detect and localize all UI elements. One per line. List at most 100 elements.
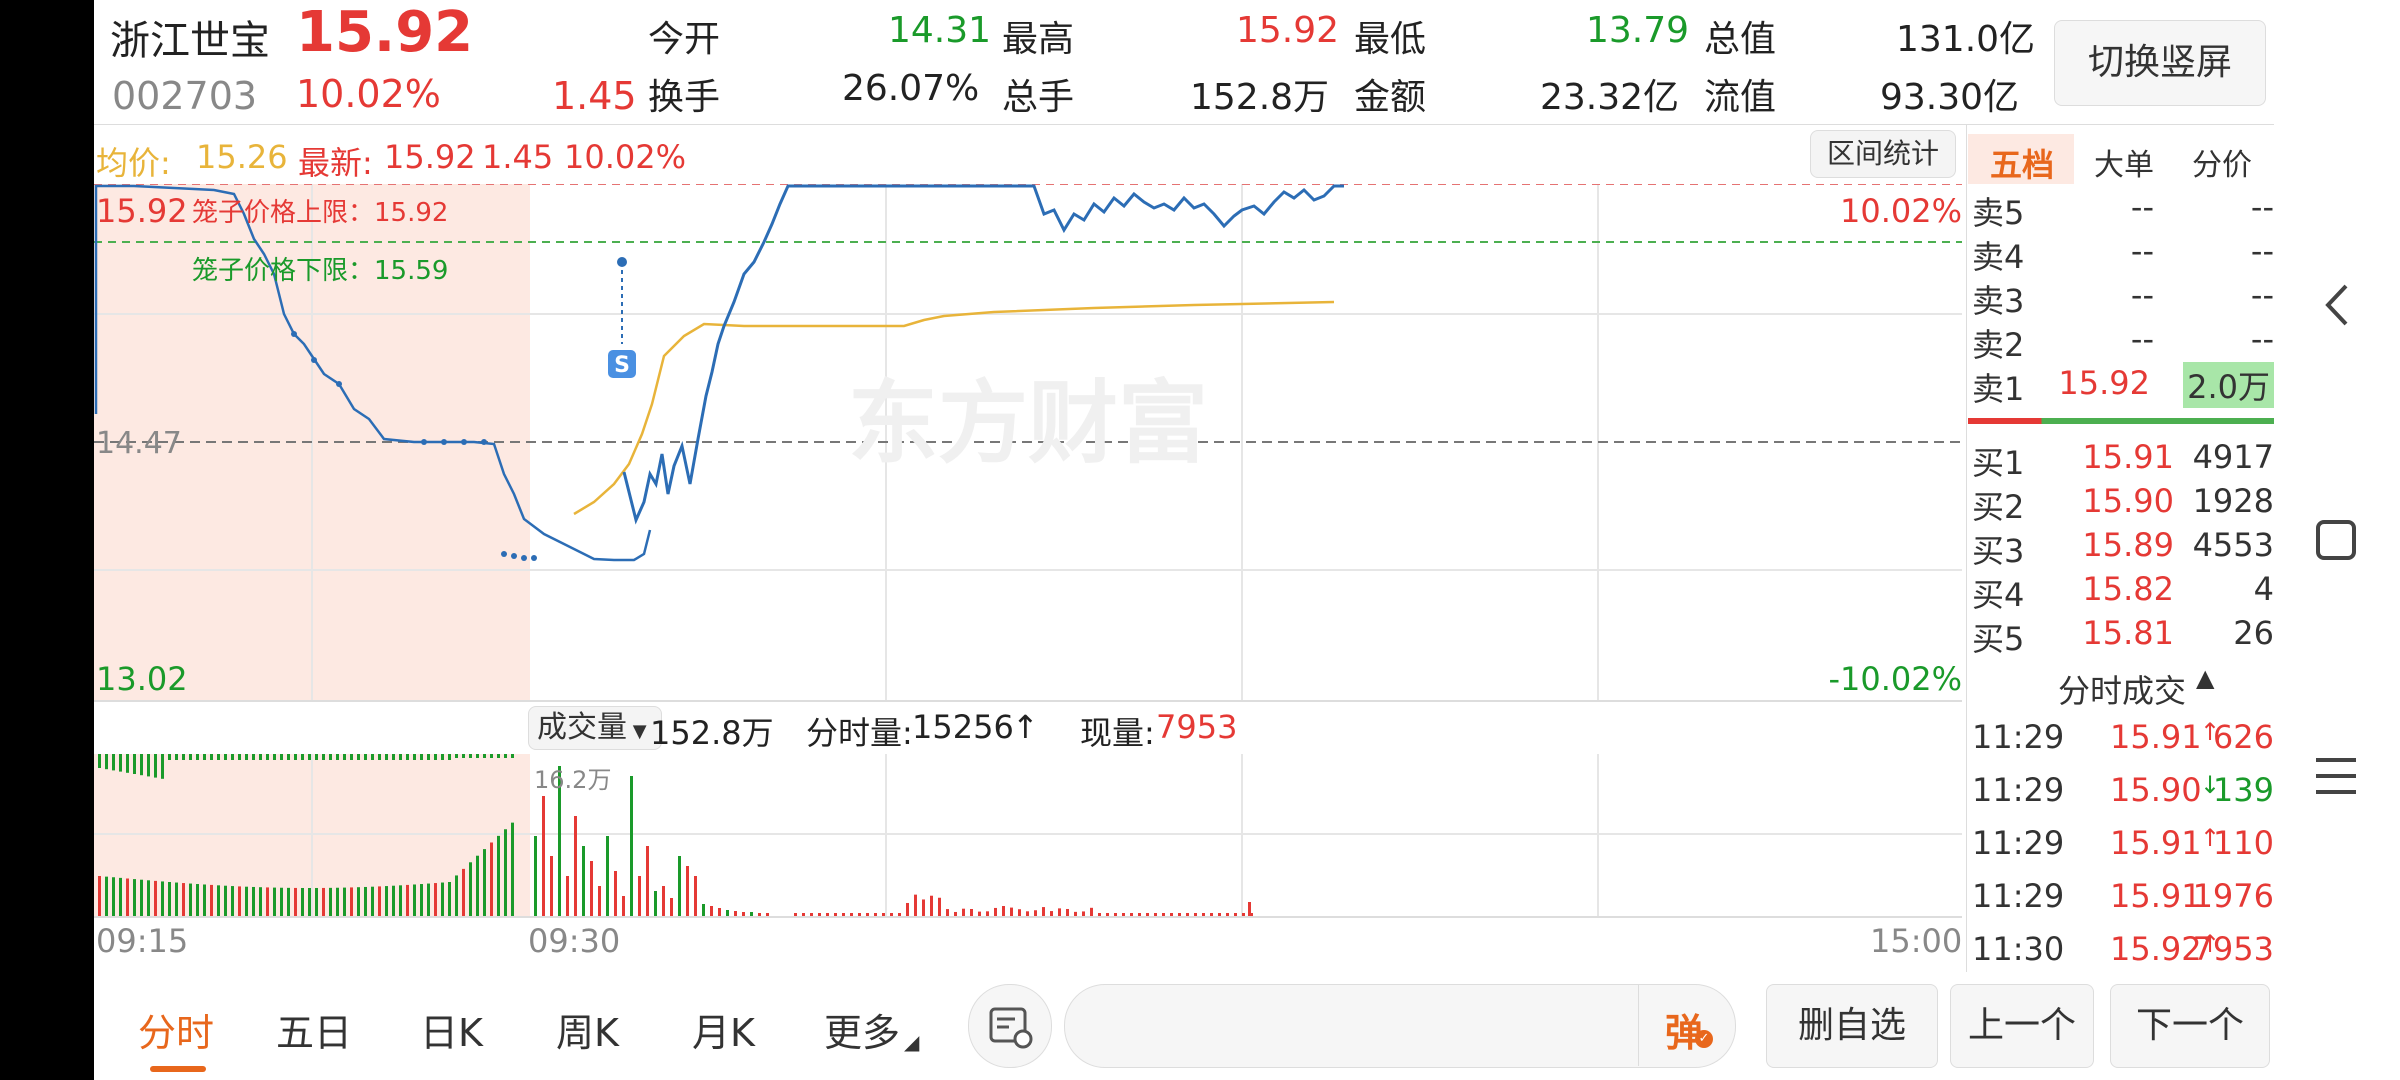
- recents-icon[interactable]: [2314, 756, 2358, 796]
- bid-volume: 1928: [2193, 482, 2274, 520]
- trade-row: 11:30 15.92 ↑ 7953: [1972, 930, 2274, 976]
- volume-total: 152.8万: [650, 708, 774, 754]
- volume-bar: [189, 884, 192, 916]
- ask-volume: --: [2251, 276, 2274, 314]
- float-mv-value: 93.30亿: [1880, 68, 2019, 120]
- panel-divider: [1966, 124, 1967, 972]
- volume-bar: [378, 754, 381, 760]
- quick-note-button[interactable]: [968, 984, 1052, 1068]
- open-label: 今开: [648, 10, 720, 62]
- volume-bar: [308, 754, 311, 760]
- amount-label: 金额: [1354, 68, 1426, 120]
- bid-row: 买4 15.82 4: [1972, 570, 2274, 610]
- bid-volume: 4553: [2193, 526, 2274, 564]
- latest-change: 1.45: [482, 138, 553, 176]
- volume-bar: [322, 888, 325, 916]
- bid-row: 买5 15.81 26: [1972, 614, 2274, 654]
- tab-big-orders[interactable]: 大单: [2094, 140, 2154, 184]
- volume-bar: [245, 754, 248, 760]
- volume-bar: [399, 754, 402, 760]
- header-divider: [94, 124, 2274, 125]
- prev-stock-button[interactable]: 上一个: [1950, 984, 2094, 1068]
- volume-bar: [906, 903, 909, 916]
- volume-bar: [630, 776, 633, 916]
- volume-bar: [210, 885, 213, 916]
- volume-bar: [702, 904, 705, 916]
- trade-time: 11:29: [1972, 877, 2064, 915]
- price-chart[interactable]: S 东方财富 15.92 笼子价格上限：15.92 笼子价格下限：15.59 1…: [94, 184, 1962, 700]
- bid-label: 买1: [1972, 438, 2024, 484]
- triangle-up-icon: ▲: [2196, 664, 2214, 692]
- volume-bar: [420, 884, 423, 916]
- volume-bar: [1066, 909, 1069, 916]
- bid-price: 15.89: [2082, 526, 2174, 564]
- volume-bar: [434, 754, 437, 760]
- next-stock-button[interactable]: 下一个: [2110, 984, 2270, 1068]
- stock-change: 1.45: [552, 74, 637, 118]
- volume-bar: [469, 862, 472, 916]
- ask-row: 卖3 -- --: [1972, 276, 2274, 316]
- volume-bar: [231, 886, 234, 916]
- ask-volume: --: [2251, 188, 2274, 226]
- ask-volume: --: [2251, 320, 2274, 358]
- volume-bar: [483, 849, 486, 916]
- volume-bar: [315, 888, 318, 916]
- volume-bar: [252, 887, 255, 916]
- volume-bar: [694, 876, 697, 916]
- volume-bar: [448, 882, 451, 916]
- bid-label: 买5: [1972, 614, 2024, 660]
- volume-bar: [678, 856, 681, 916]
- volume-bar: [322, 754, 325, 760]
- danmu-input[interactable]: [1064, 984, 1736, 1068]
- tab-five-level[interactable]: 五档: [1990, 140, 2054, 186]
- tab-more[interactable]: 更多: [824, 1002, 900, 1057]
- volume-bar: [140, 880, 143, 916]
- volume-bar: [534, 836, 537, 916]
- indicator-select-label: 成交量: [537, 710, 627, 745]
- volume-bar: [550, 856, 553, 916]
- stock-pct: 10.02%: [296, 72, 441, 116]
- range-stats-button[interactable]: 区间统计: [1810, 130, 1956, 178]
- volume-bar: [938, 898, 941, 916]
- turnover-value: 26.07%: [842, 68, 979, 109]
- volume-chart[interactable]: 16.2万: [94, 754, 1962, 916]
- volume-bar: [147, 754, 150, 776]
- trade-volume: 110: [2213, 824, 2274, 862]
- home-icon[interactable]: [2316, 520, 2356, 560]
- latest-label: 最新:: [298, 138, 373, 184]
- ask-label: 卖3: [1972, 276, 2024, 322]
- danmu-button[interactable]: 弹 ✓: [1638, 984, 1735, 1066]
- back-icon[interactable]: [2318, 280, 2358, 330]
- tab-monthly-k[interactable]: 月K: [692, 1002, 755, 1057]
- volume-bar: [420, 754, 423, 760]
- trade-price: 15.91: [2110, 718, 2202, 756]
- ask-label: 卖4: [1972, 232, 2024, 278]
- volume-bar: [590, 861, 593, 916]
- tab-price-dist[interactable]: 分价: [2192, 140, 2252, 184]
- volume-bar: [217, 754, 220, 760]
- bid-row: 买3 15.89 4553: [1972, 526, 2274, 566]
- remove-watchlist-button[interactable]: 删自选: [1766, 984, 1938, 1068]
- volume-bar: [364, 887, 367, 916]
- tab-weekly-k[interactable]: 周K: [556, 1002, 619, 1057]
- switch-portrait-button[interactable]: 切换竖屏: [2054, 20, 2266, 106]
- volume-bar: [392, 886, 395, 916]
- bid-price: 15.82: [2082, 570, 2174, 608]
- volume-bar: [385, 886, 388, 916]
- tab-intraday[interactable]: 分时: [138, 1002, 214, 1057]
- tape-title[interactable]: 分时成交: [2058, 666, 2186, 712]
- indicator-select[interactable]: 成交量 ▼: [528, 706, 662, 750]
- bid-volume: 4: [2254, 570, 2274, 608]
- bid-price: 15.91: [2082, 438, 2174, 476]
- high-label: 最高: [1002, 10, 1074, 62]
- tab-five-day[interactable]: 五日: [276, 1002, 352, 1057]
- time-mid: 09:30: [528, 922, 620, 960]
- volume-bar: [329, 754, 332, 760]
- price-high-label: 15.92: [96, 192, 188, 230]
- volume-bar: [614, 871, 617, 916]
- dropdown-icon: ▼: [627, 721, 647, 742]
- trade-time: 11:30: [1972, 930, 2064, 968]
- ask-price: --: [2131, 232, 2154, 270]
- volume-value: 152.8万: [1190, 68, 1329, 120]
- tab-daily-k[interactable]: 日K: [420, 1002, 483, 1057]
